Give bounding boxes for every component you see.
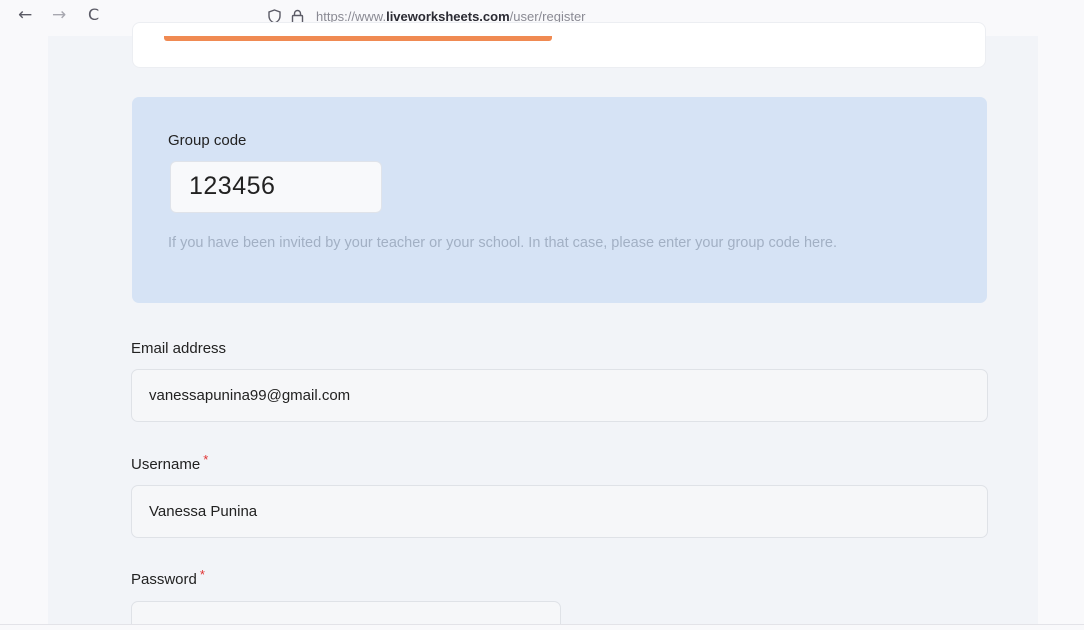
group-code-help-text: If you have been invited by your teacher… bbox=[168, 235, 838, 251]
orange-accent-bar bbox=[164, 36, 552, 41]
email-label: Email address bbox=[131, 340, 226, 357]
group-code-label: Group code bbox=[168, 132, 247, 149]
group-code-input[interactable]: 123456 bbox=[170, 161, 382, 213]
back-arrow-icon[interactable]: ← bbox=[18, 3, 32, 27]
required-asterisk: * bbox=[203, 452, 209, 467]
password-label: Password * bbox=[131, 567, 205, 588]
required-asterisk: * bbox=[199, 567, 205, 582]
forward-arrow-icon[interactable]: → bbox=[52, 3, 66, 27]
email-field[interactable]: vanessapunina99@gmail.com bbox=[131, 369, 988, 422]
email-label-text: Email address bbox=[131, 340, 227, 357]
username-label-text: Username bbox=[131, 456, 201, 473]
username-label: Username * bbox=[131, 452, 208, 473]
reload-icon[interactable]: C bbox=[88, 3, 99, 27]
username-field[interactable]: Vanessa Punina bbox=[131, 485, 988, 538]
password-label-text: Password bbox=[131, 571, 197, 588]
top-card bbox=[132, 22, 986, 68]
bottom-divider bbox=[0, 624, 1084, 630]
